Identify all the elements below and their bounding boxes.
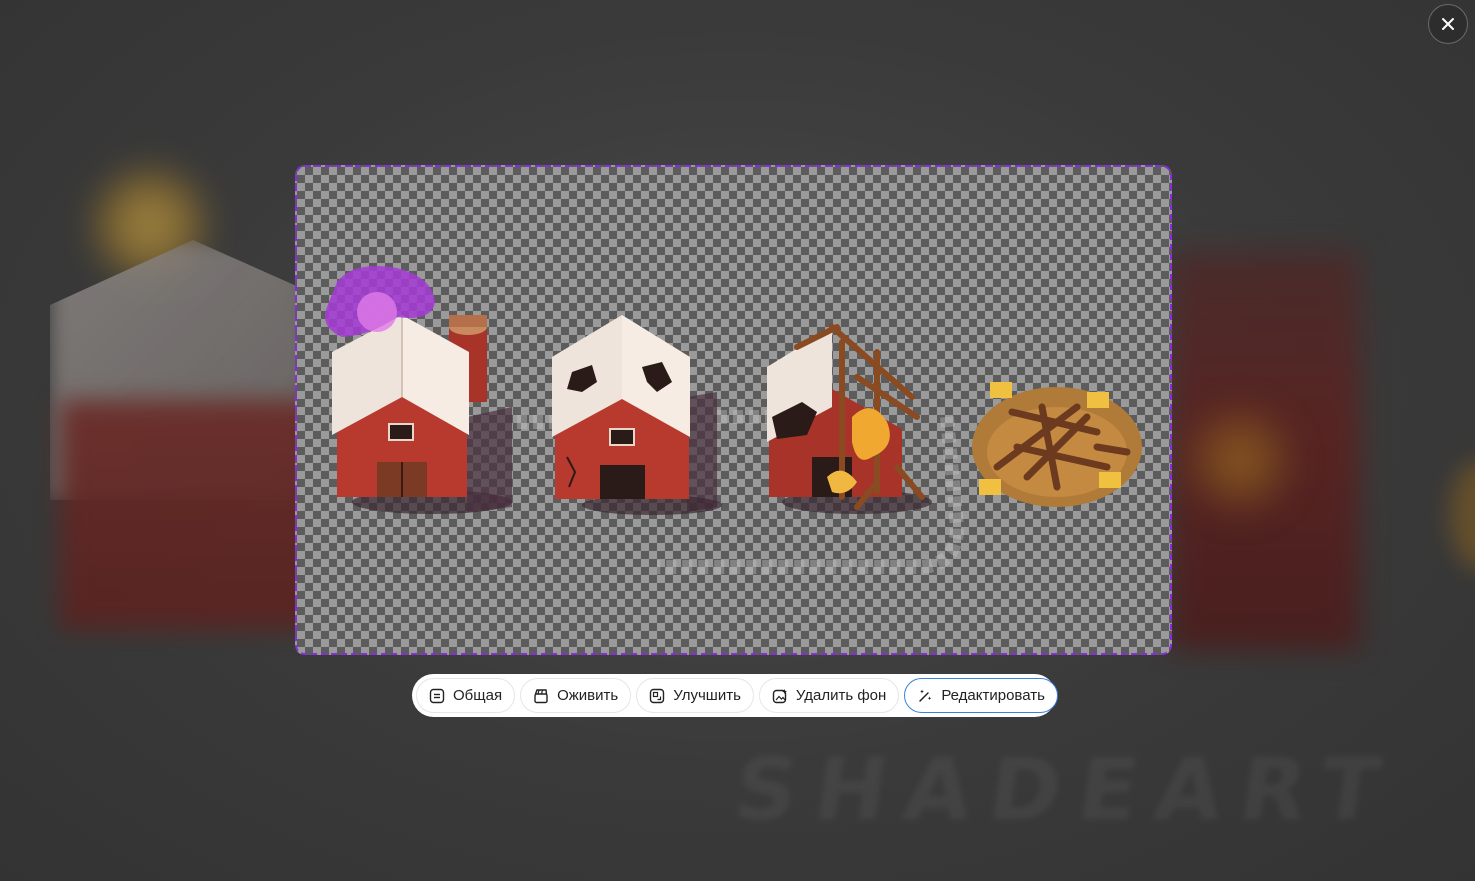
barn-damaged: [552, 315, 722, 515]
remove-bg-icon: [772, 688, 788, 704]
magic-wand-icon: [917, 688, 933, 704]
animate-icon: [533, 688, 549, 704]
share-button-label: Общая: [453, 687, 503, 704]
share-icon: [429, 688, 445, 704]
remove-background-button[interactable]: Удалить фон: [758, 678, 900, 713]
barn-sprites-image: [324, 266, 1142, 574]
edit-button-label: Редактировать: [941, 687, 1045, 704]
enhance-icon: [649, 688, 665, 704]
enhance-button-label: Улучшить: [673, 687, 741, 704]
image-action-toolbar: Общая Оживить Улучшить Удалить фон Редак…: [412, 674, 1058, 717]
barn-burning: [767, 324, 932, 514]
close-button[interactable]: [1428, 4, 1468, 44]
edit-button[interactable]: Редактировать: [904, 678, 1058, 713]
background-fire: [1180, 400, 1300, 520]
background-watermark: SHADEART: [727, 740, 1405, 840]
animate-button-label: Оживить: [557, 687, 619, 704]
share-button[interactable]: Общая: [416, 678, 516, 713]
barn-rubble: [972, 382, 1142, 507]
barn-intact: [332, 315, 512, 514]
enhance-button[interactable]: Улучшить: [636, 678, 754, 713]
animate-button[interactable]: Оживить: [520, 678, 632, 713]
background-edge-glow: [1450, 460, 1475, 570]
image-preview[interactable]: [295, 165, 1172, 655]
close-icon: [1442, 18, 1454, 30]
remove-background-button-label: Удалить фон: [795, 687, 887, 704]
